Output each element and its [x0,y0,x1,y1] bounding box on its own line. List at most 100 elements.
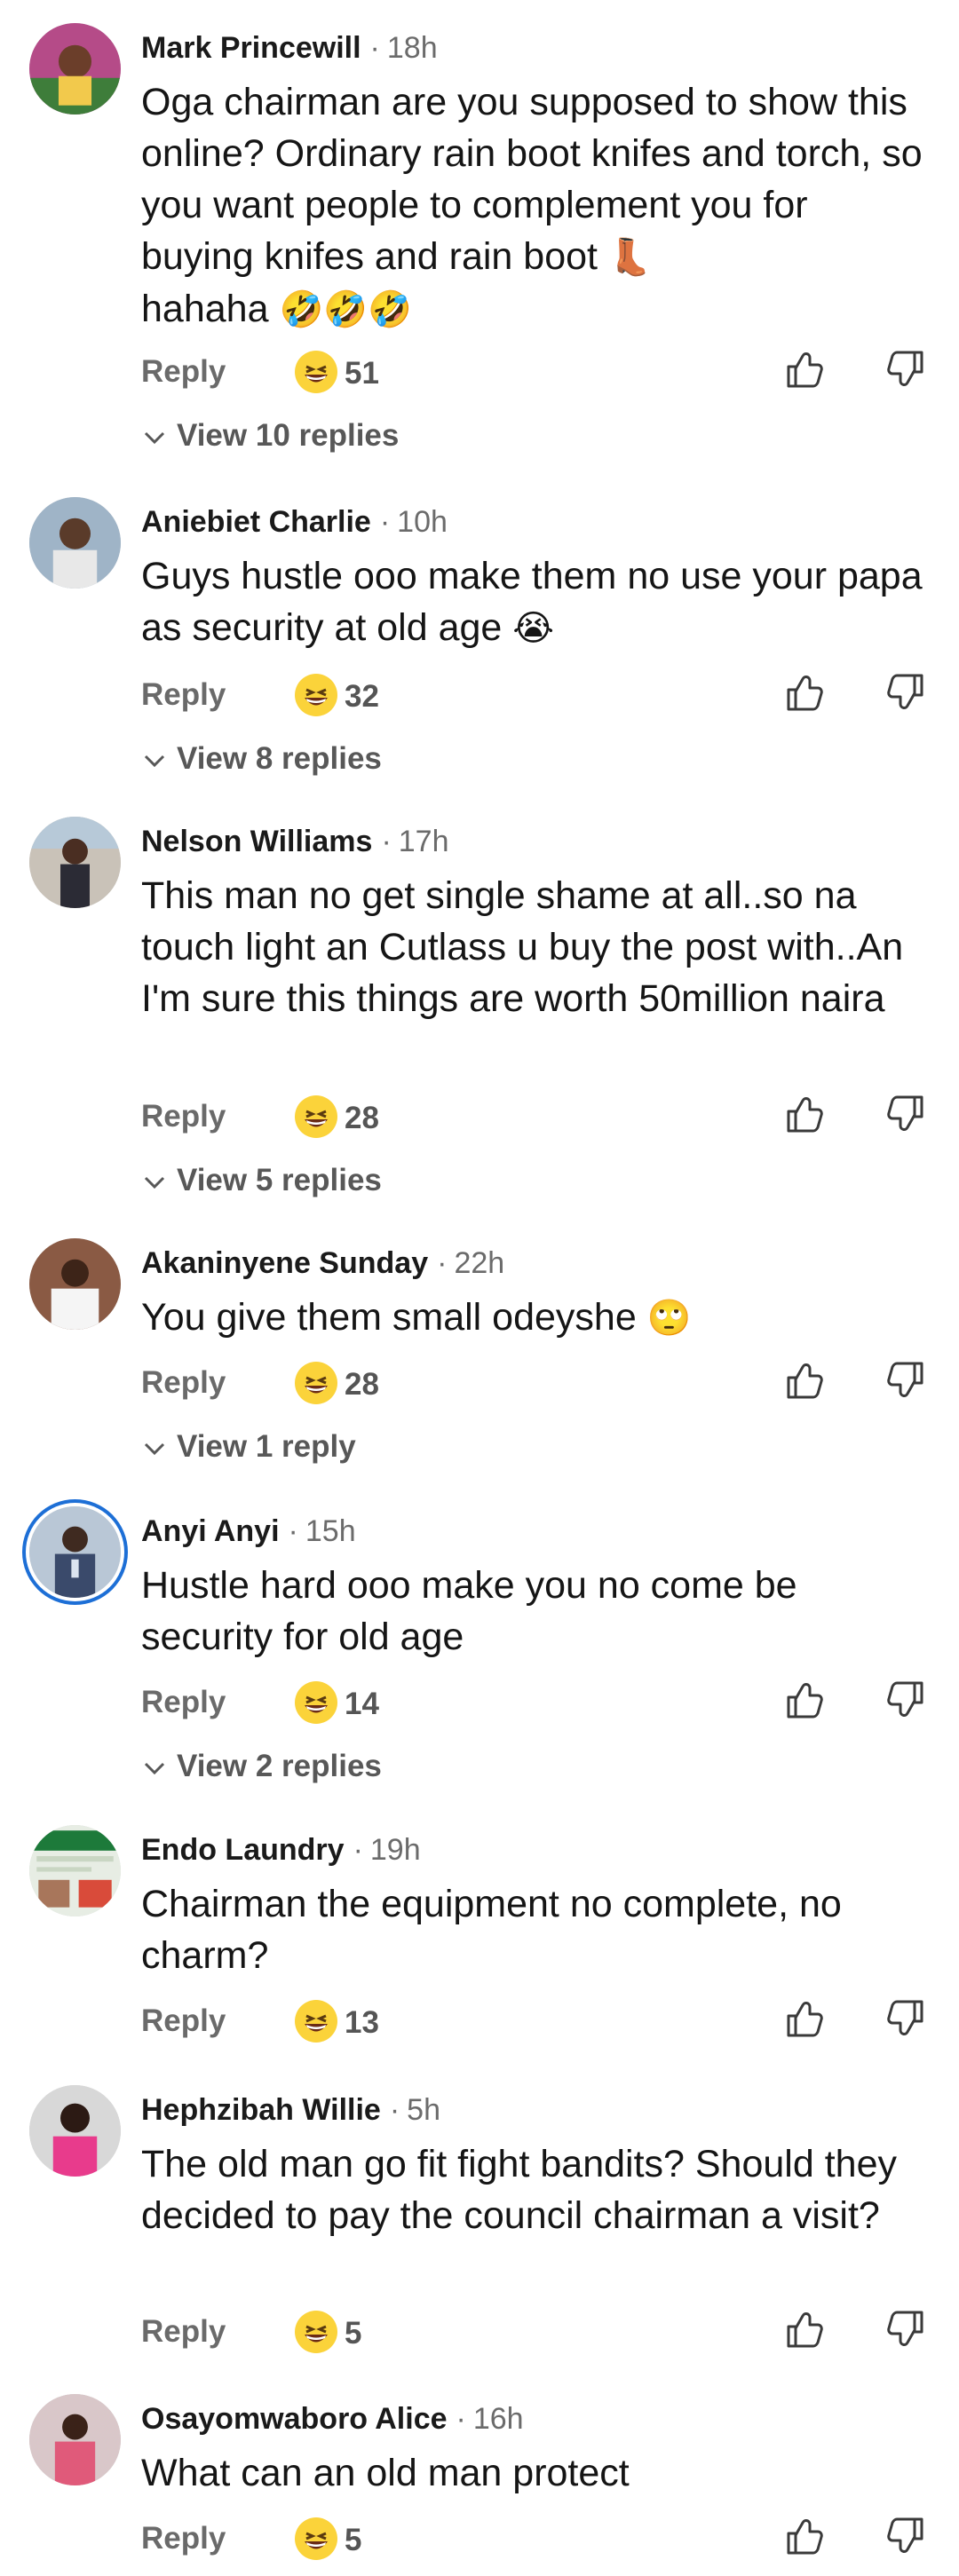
reply-button[interactable]: Reply [141,677,226,713]
avatar[interactable] [29,2394,121,2485]
thumbs-down-icon[interactable] [884,1092,929,1136]
crying-emoji: 😭 [512,608,555,649]
reply-button[interactable]: Reply [141,1685,226,1720]
reply-button[interactable]: Reply [141,1099,226,1134]
author-name[interactable]: Akaninyene Sunday [141,1246,428,1280]
timestamp: 15h [305,1514,356,1548]
boot-emoji: 👢 [607,237,653,278]
thumbs-up-icon[interactable] [781,1678,826,1722]
grin-emoji-icon [295,1362,337,1404]
avatar[interactable] [29,1238,121,1330]
thumbs-up-icon[interactable] [781,2307,826,2351]
chevron-down-icon [141,1755,168,1782]
grin-emoji-icon [295,2000,337,2043]
reaction-count: 5 [345,2523,362,2557]
view-replies-button[interactable]: View 5 replies [141,1158,674,1203]
avatar[interactable] [29,23,121,115]
thumbs-up-icon[interactable] [781,1358,826,1403]
reaction-count: 13 [345,2005,379,2040]
author-name[interactable]: Anyi Anyi [141,1514,280,1548]
thumbs-up-icon[interactable] [781,1996,826,2041]
comment-text-main: Oga chairman are you supposed to show th… [141,81,923,278]
author-name[interactable]: Mark Princewill [141,31,361,65]
comment-meta: Mark Princewill · 18h [141,30,438,66]
thumbs-down-icon[interactable] [884,670,929,715]
reply-button[interactable]: Reply [141,2314,226,2350]
meta-separator: · [353,1833,363,1867]
comment-text: Chairman the equipment no complete, no c… [141,1883,842,1977]
thumbs-up-icon[interactable] [781,1092,826,1136]
comment-text: What can an old man protect [141,2452,630,2494]
comment-text-tail: hahaha [141,288,269,330]
comment-text: Guys hustle ooo make them no use your pa… [141,550,923,654]
avatar[interactable] [29,497,121,589]
thumbs-up-icon[interactable] [781,2514,826,2558]
meta-separator: · [456,2402,466,2436]
comment-text: This man no get single shame at all..so … [141,874,904,1020]
comment-meta: Endo Laundry · 19h [141,1832,421,1868]
meta-separator: · [389,2093,400,2127]
author-name[interactable]: Hephzibah Willie [141,2093,381,2127]
thumbs-down-icon[interactable] [884,1678,929,1722]
view-replies-button[interactable]: View 10 replies [141,414,674,458]
view-replies-label: View 5 replies [177,1163,382,1197]
thumbs-down-icon[interactable] [884,2514,929,2558]
reply-button[interactable]: Reply [141,2521,226,2556]
grin-emoji-icon [295,1095,337,1138]
author-name[interactable]: Nelson Williams [141,825,372,858]
comment-text: The old man go fit fight bandits? Should… [141,2143,897,2237]
comment-meta: Anyi Anyi · 15h [141,1513,356,1549]
thumbs-up-icon[interactable] [781,670,826,715]
comment-actions: Reply 51 [0,347,959,400]
view-replies-button[interactable]: View 2 replies [141,1744,674,1789]
view-replies-button[interactable]: View 8 replies [141,737,674,781]
avatar-story-ring[interactable] [29,1506,121,1598]
timestamp: 18h [386,31,438,65]
view-replies-label: View 1 reply [177,1429,356,1464]
author-name[interactable]: Osayomwaboro Alice [141,2402,448,2436]
chevron-down-icon [141,1435,168,1462]
reply-button[interactable]: Reply [141,354,226,390]
chevron-down-icon [141,1169,168,1196]
thumbs-down-icon[interactable] [884,347,929,391]
comment-meta: Osayomwaboro Alice · 16h [141,2401,524,2437]
author-name[interactable]: Aniebiet Charlie [141,505,371,539]
comment-meta: Akaninyene Sunday · 22h [141,1245,504,1281]
view-replies-label: View 8 replies [177,741,382,776]
chevron-down-icon [141,747,168,774]
thumbs-down-icon[interactable] [884,1996,929,2041]
comment-actions: Reply 13 [0,1996,959,2050]
eye-roll-emoji: 🙄 [646,1298,692,1339]
comment-text: You give them small odeyshe 🙄 [141,1292,923,1344]
thumbs-down-icon[interactable] [884,1358,929,1403]
comment-actions: Reply 14 [0,1678,959,1731]
view-replies-button[interactable]: View 1 reply [141,1425,674,1469]
author-name[interactable]: Endo Laundry [141,1833,345,1867]
thumbs-down-icon[interactable] [884,2307,929,2351]
timestamp: 22h [454,1246,505,1280]
grin-emoji-icon [295,351,337,393]
meta-separator: · [288,1514,298,1548]
comment-text: Oga chairman are you supposed to show th… [141,76,923,336]
avatar[interactable] [29,2085,121,2177]
meta-separator: · [437,1246,448,1280]
reaction-count: 32 [345,679,379,714]
thumbs-up-icon[interactable] [781,347,826,391]
grin-emoji-icon [295,2311,337,2353]
view-replies-label: View 10 replies [177,418,400,453]
chevron-down-icon [141,424,168,451]
comment-actions: Reply 32 [0,670,959,723]
comment-meta: Hephzibah Willie · 5h [141,2092,440,2128]
reply-button[interactable]: Reply [141,2003,226,2039]
laughing-emoji: 🤣🤣🤣 [279,289,412,330]
reaction-count: 28 [345,1101,379,1135]
meta-separator: · [381,825,392,858]
avatar[interactable] [29,817,121,908]
meta-separator: · [379,505,391,539]
reaction-count: 51 [345,356,379,391]
comment-actions: Reply 5 [0,2307,959,2360]
avatar[interactable] [29,1825,121,1916]
comment-text-main: You give them small odeyshe [141,1296,637,1339]
timestamp: 19h [369,1833,421,1867]
reply-button[interactable]: Reply [141,1365,226,1401]
